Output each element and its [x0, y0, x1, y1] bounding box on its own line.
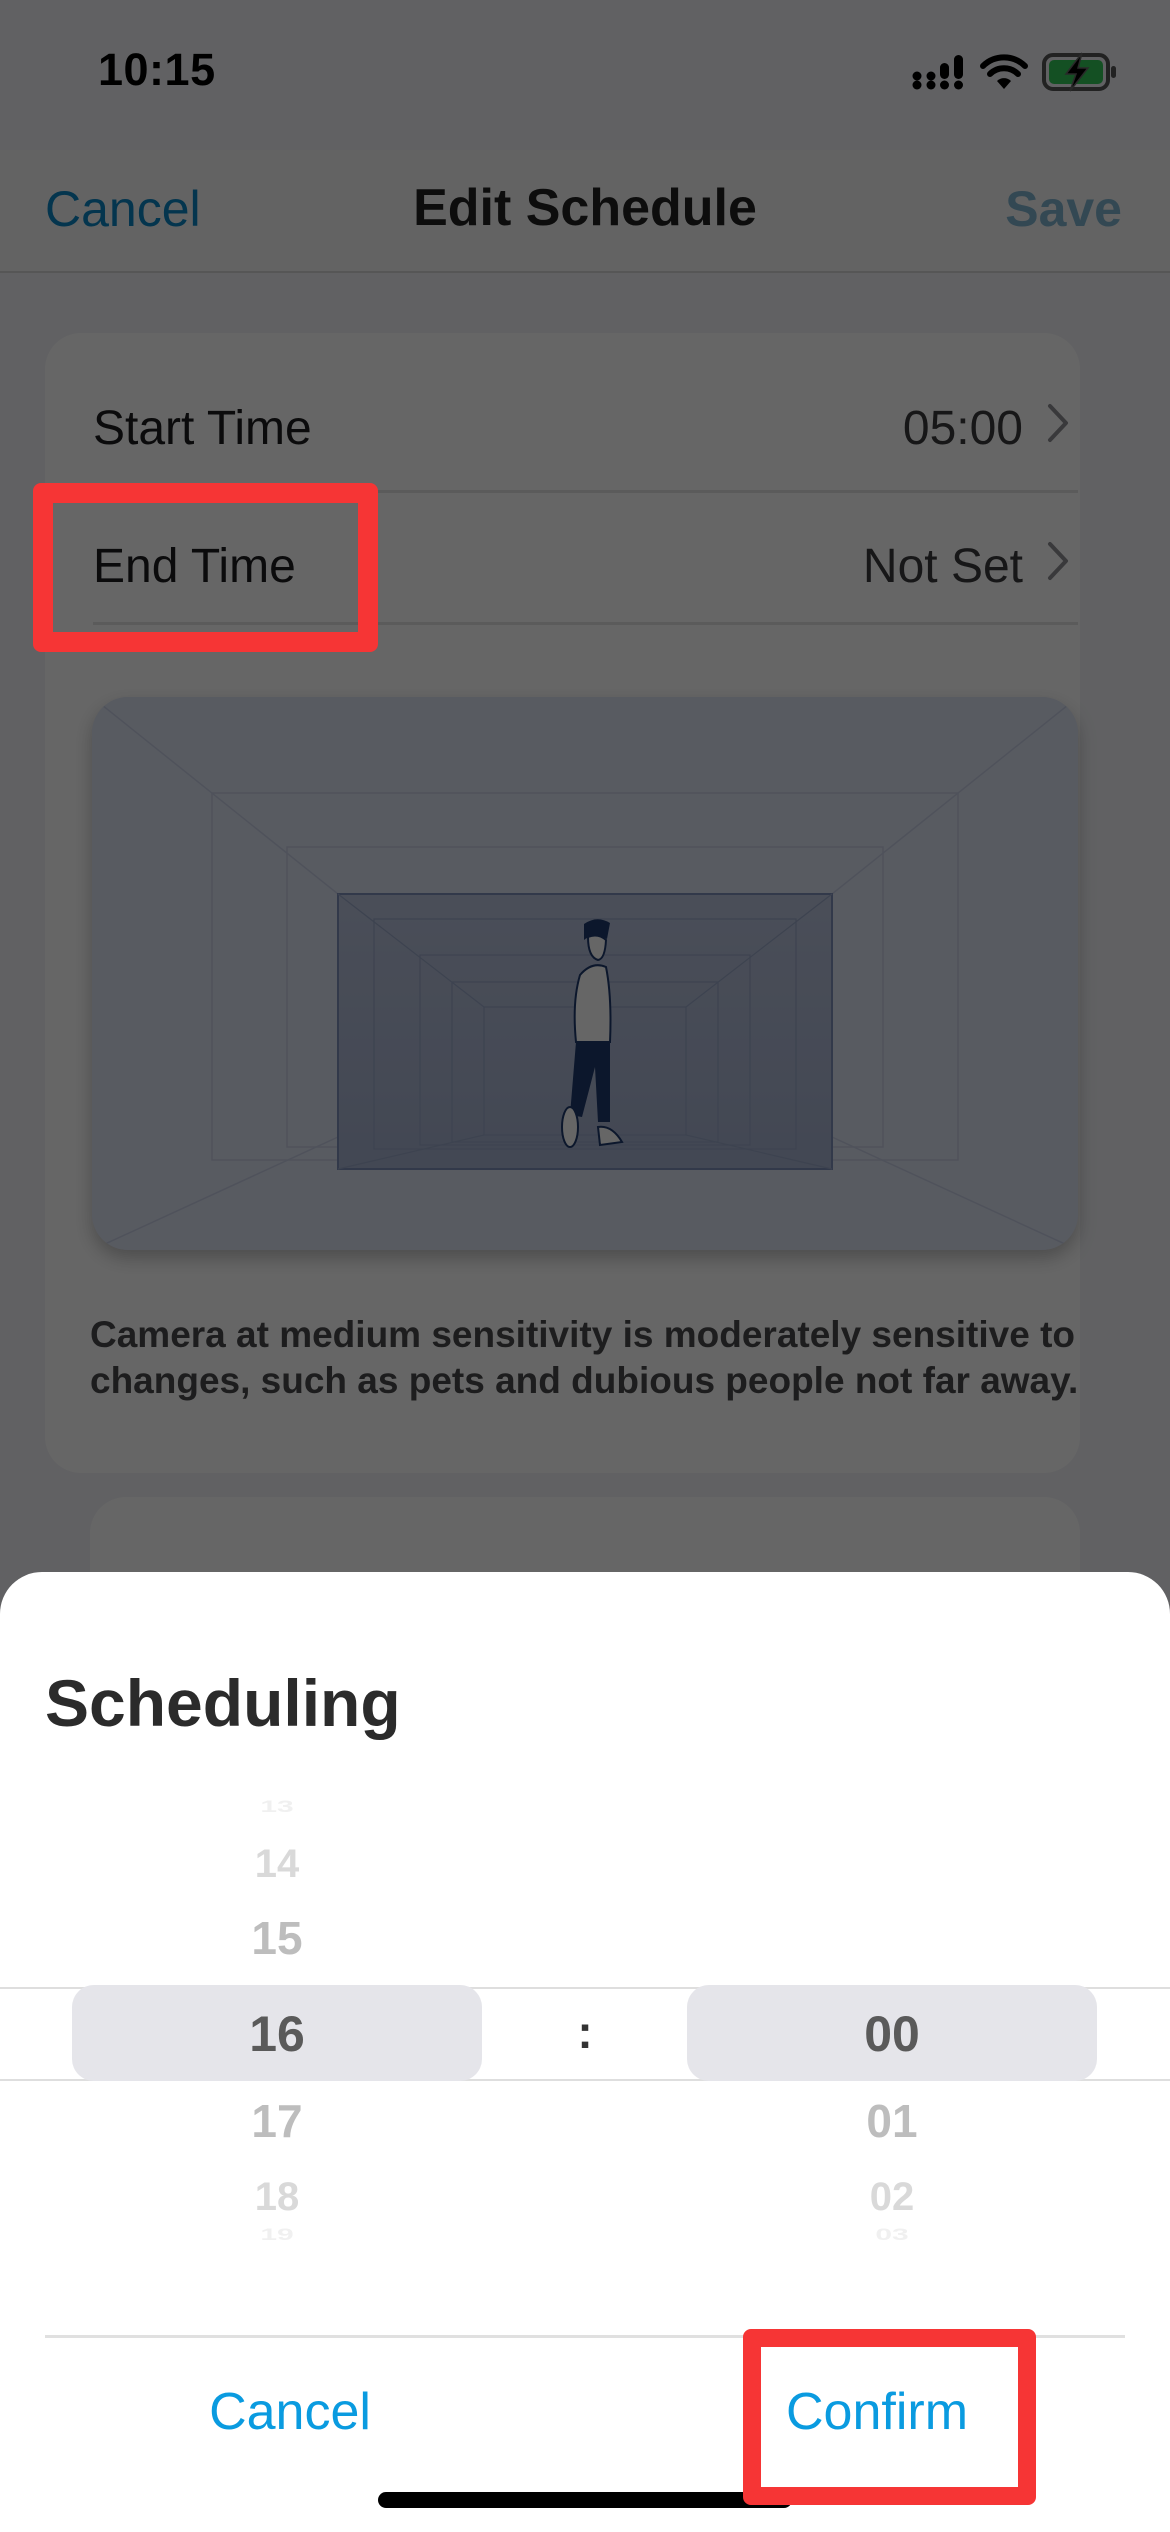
minute-option[interactable]: 02	[687, 2177, 1097, 2217]
sheet-cancel-button[interactable]: Cancel	[80, 2382, 500, 2442]
home-indicator[interactable]	[378, 2492, 792, 2508]
hour-wheel[interactable]: 13 14 15 16 17 18 19	[72, 1798, 482, 2242]
hour-option[interactable]: 18	[72, 2177, 482, 2217]
minute-wheel[interactable]: 00 01 02 03	[687, 1802, 1097, 2243]
hour-option[interactable]: 15	[72, 1915, 482, 1961]
sheet-divider	[45, 2335, 1125, 2338]
sheet-confirm-button[interactable]: Confirm	[667, 2382, 1087, 2442]
minute-option[interactable]: 01	[687, 2098, 1097, 2144]
sheet-title: Scheduling	[45, 1666, 401, 1740]
hour-option[interactable]: 13	[72, 1798, 482, 1816]
minute-option[interactable]: 03	[687, 2226, 1097, 2244]
time-separator: :	[577, 2006, 593, 2058]
hour-option[interactable]: 17	[72, 2098, 482, 2144]
minute-option-selected[interactable]: 00	[687, 2009, 1097, 2059]
time-picker[interactable]: 13 14 15 16 17 18 19 : 00 01 02 03	[0, 1798, 1170, 2243]
hour-option[interactable]: 19	[72, 2226, 482, 2244]
scheduling-sheet: Scheduling 13 14 15 16 17 18 19 : 00 01 …	[0, 1572, 1170, 2532]
hour-option[interactable]: 14	[72, 1844, 482, 1884]
hour-option-selected[interactable]: 16	[72, 2009, 482, 2059]
